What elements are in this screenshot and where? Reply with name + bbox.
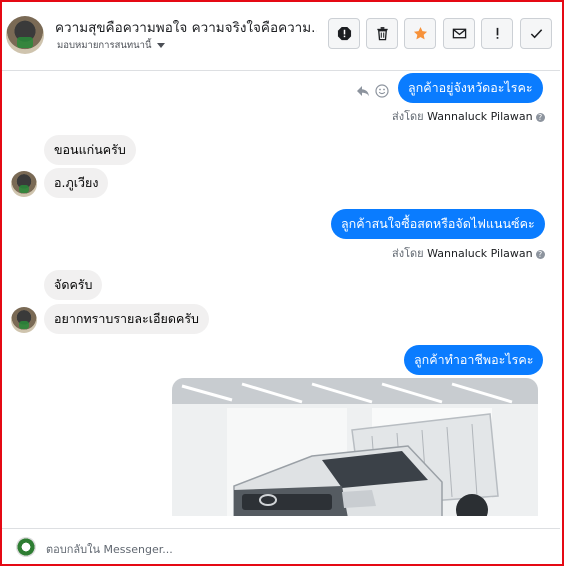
page-avatar — [16, 537, 36, 557]
sender-name[interactable]: Wannaluck Pilawan — [427, 110, 533, 123]
mark-important-button[interactable] — [481, 18, 513, 49]
caret-down-icon — [156, 43, 165, 48]
incoming-message[interactable]: จัดครับ — [44, 270, 103, 300]
sent-by-label: ส่งโดย Wannaluck Pilawan? — [392, 244, 545, 262]
outgoing-message[interactable]: ลูกค้าสนใจซื้อสดหรือจัดไฟแนนซ์คะ — [331, 209, 545, 239]
incoming-message[interactable]: อ.ภูเวียง — [44, 168, 109, 198]
truck-image — [172, 378, 538, 516]
mark-unread-button[interactable] — [443, 18, 475, 49]
mark-spam-button[interactable] — [328, 18, 360, 49]
message-thread: ลูกค้าอยู่จังหวัดอะไรคะ ส่งโดย Wannaluck… — [2, 71, 560, 516]
checkmark-icon — [530, 29, 542, 39]
contact-name[interactable]: ความสุขคือความพอใจ ความจริงใจคือความ... — [55, 16, 317, 38]
reply-bar: ตอบกลับใน Messenger... — [2, 528, 560, 563]
incoming-message[interactable]: อยากทราบรายละเอียดครับ — [44, 304, 209, 334]
reply-arrow-icon[interactable] — [356, 84, 370, 98]
sent-by-prefix: ส่งโดย — [392, 110, 424, 123]
sent-by-label: ส่งโดย Wannaluck Pilawan? — [392, 107, 545, 125]
assign-conversation-dropdown[interactable]: มอบหมายการสนทนานี้ — [57, 38, 165, 53]
exclamation-icon — [496, 27, 498, 39]
star-icon — [413, 26, 427, 40]
reply-input[interactable]: ตอบกลับใน Messenger... — [46, 540, 173, 558]
contact-avatar[interactable] — [6, 16, 44, 54]
trash-icon — [376, 27, 388, 41]
help-icon[interactable]: ? — [535, 249, 545, 259]
sender-avatar[interactable] — [11, 171, 37, 197]
conversation-header: ความสุขคือความพอใจ ความจริงใจคือความ... … — [2, 2, 560, 71]
outgoing-message[interactable]: ลูกค้าทำอาชีพอะไรคะ — [404, 345, 544, 375]
spam-icon — [337, 26, 351, 41]
sender-name[interactable]: Wannaluck Pilawan — [427, 247, 533, 260]
outgoing-message[interactable]: ลูกค้าอยู่จังหวัดอะไรคะ — [398, 73, 543, 103]
pickup-truck-photo[interactable] — [172, 378, 538, 516]
envelope-icon — [452, 28, 466, 39]
sent-by-prefix: ส่งโดย — [392, 247, 424, 260]
sender-avatar[interactable] — [11, 307, 37, 333]
star-button[interactable] — [404, 18, 436, 49]
incoming-message[interactable]: ขอนแก่นครับ — [44, 135, 136, 165]
emoji-react-icon[interactable] — [375, 84, 389, 98]
assign-label: มอบหมายการสนทนานี้ — [57, 40, 152, 51]
mark-done-button[interactable] — [520, 18, 552, 49]
delete-button[interactable] — [366, 18, 398, 49]
help-icon[interactable]: ? — [535, 112, 545, 122]
